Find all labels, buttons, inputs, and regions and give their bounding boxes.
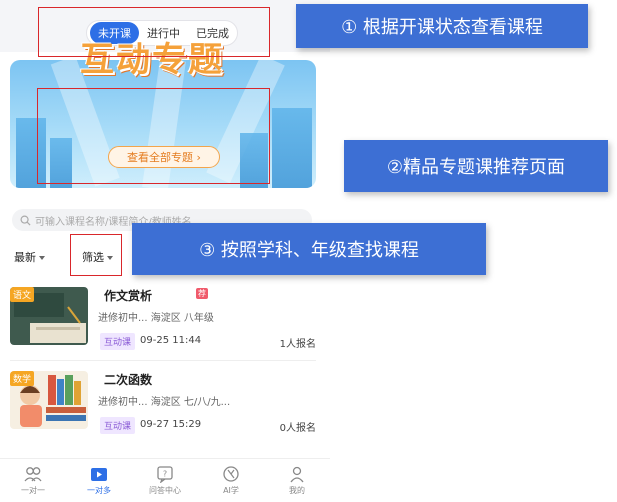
course-type-tag: 互动课 xyxy=(100,333,136,350)
enrollment-count: 0人报名 xyxy=(279,423,316,434)
course-card[interactable]: 语文 作文赏析 荐 进修初中... 海淀区 八年级 互动课 09-25 11:4… xyxy=(10,287,316,357)
tab-label: 我的 xyxy=(289,486,305,495)
course-type-tag: 互动课 xyxy=(100,417,136,434)
course-thumbnail: 数学 xyxy=(10,371,88,429)
tab-label: 问答中心 xyxy=(149,486,181,495)
tab-label: 一对一 xyxy=(21,486,45,495)
enrollment-count: 1人报名 xyxy=(279,339,316,350)
highlight-banner xyxy=(37,88,270,184)
subject-badge: 语文 xyxy=(10,287,35,302)
callout-filter: ③ 按照学科、年级查找课程 xyxy=(132,223,486,275)
divider xyxy=(10,360,316,361)
recommend-badge: 荐 xyxy=(196,288,208,299)
people-icon xyxy=(24,467,42,482)
search-icon xyxy=(20,215,31,226)
sort-label: 最新 xyxy=(14,251,36,264)
brain-icon xyxy=(223,466,239,482)
course-meta: 进修初中... 海淀区 八年级 xyxy=(98,313,214,324)
tab-qa-center[interactable]: ? 问答中心 xyxy=(132,459,198,502)
svg-text:?: ? xyxy=(163,470,167,479)
highlight-status-tabs xyxy=(38,7,270,57)
play-icon xyxy=(91,468,107,481)
tab-label: 一对多 xyxy=(87,486,111,495)
callout-status: ① 根据开课状态查看课程 xyxy=(296,4,588,48)
course-thumbnail: 语文 xyxy=(10,287,88,345)
callout-topics: ②精品专题课推荐页面 xyxy=(344,140,608,192)
tab-one-on-one[interactable]: 一对一 xyxy=(0,459,66,502)
course-date: 09-25 11:44 xyxy=(140,335,202,346)
sort-dropdown[interactable]: 最新 xyxy=(14,249,45,265)
course-title: 二次函数 xyxy=(104,373,153,387)
bottom-tab-bar: 一对一 一对多 ? 问答中心 AI学 我的 xyxy=(0,458,330,502)
course-title: 作文赏析 xyxy=(104,289,153,303)
chevron-down-icon xyxy=(39,256,45,260)
tab-ai-learn[interactable]: AI学 xyxy=(198,459,264,502)
course-card[interactable]: 数学 二次函数 进修初中... 海淀区 七/八/九... 互动课 09-27 1… xyxy=(10,371,316,441)
person-icon xyxy=(290,466,304,483)
subject-badge: 数学 xyxy=(10,371,35,386)
question-icon: ? xyxy=(157,466,173,483)
tab-label: AI学 xyxy=(223,486,239,495)
banner-building xyxy=(272,108,312,188)
course-meta: 进修初中... 海淀区 七/八/九... xyxy=(98,397,231,408)
course-date: 09-27 15:29 xyxy=(140,419,202,430)
tab-me[interactable]: 我的 xyxy=(264,459,330,502)
tab-one-to-many[interactable]: 一对多 xyxy=(66,459,132,502)
highlight-filter xyxy=(70,234,122,276)
